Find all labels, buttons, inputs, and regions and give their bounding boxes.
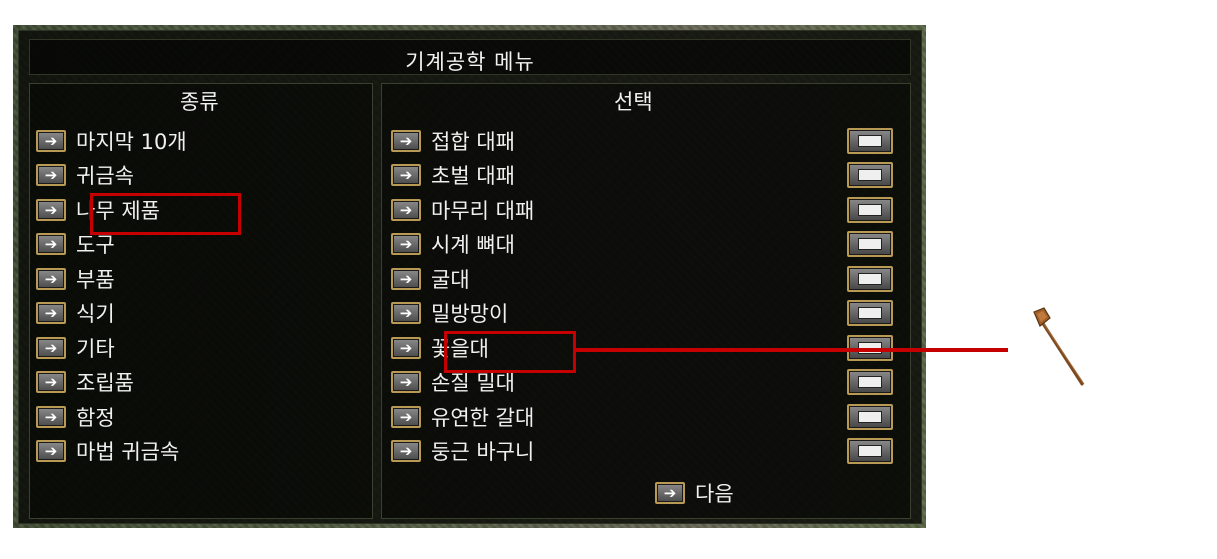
selection-label: 유연한 갈대 (431, 406, 535, 430)
arrow-right-icon[interactable]: ➔ (36, 130, 66, 152)
arrow-right-icon[interactable]: ➔ (36, 199, 66, 221)
callout-line (576, 348, 1008, 352)
category-label: 마지막 10개 (76, 130, 187, 154)
wooden-tool-icon (1033, 307, 1085, 386)
detail-page-icon (858, 307, 882, 319)
arrow-right-icon[interactable]: ➔ (36, 233, 66, 255)
category-item[interactable]: ➔ 식기 (36, 297, 115, 329)
selection-item[interactable]: ➔ 둥근 바구니 (391, 435, 534, 467)
arrow-right-icon[interactable]: ➔ (391, 164, 421, 186)
category-label: 귀금속 (76, 164, 134, 188)
selection-highlight-box (444, 331, 576, 373)
category-item[interactable]: ➔ 조립품 (36, 366, 134, 398)
selection-label: 둥근 바구니 (431, 440, 535, 464)
selection-label: 굴대 (431, 268, 470, 292)
detail-button[interactable] (847, 266, 893, 292)
detail-button[interactable] (847, 231, 893, 257)
detail-button[interactable] (847, 369, 893, 395)
selection-label: 마무리 대패 (431, 199, 535, 223)
detail-button[interactable] (847, 162, 893, 188)
next-page-button[interactable]: ➔ 다음 (655, 477, 734, 509)
category-label: 마법 귀금속 (76, 440, 180, 464)
category-item[interactable]: ➔ 마법 귀금속 (36, 435, 179, 467)
next-page-label: 다음 (695, 482, 734, 506)
arrow-right-icon[interactable]: ➔ (391, 130, 421, 152)
arrow-right-icon[interactable]: ➔ (655, 482, 685, 504)
selection-item[interactable]: ➔ 시계 뼈대 (391, 228, 515, 260)
category-label: 기타 (76, 337, 115, 361)
detail-button[interactable] (847, 128, 893, 154)
arrow-right-icon[interactable]: ➔ (391, 337, 421, 359)
detail-button[interactable] (847, 404, 893, 430)
selection-label: 시계 뼈대 (431, 233, 515, 257)
category-header: 종류 (180, 90, 219, 114)
detail-page-icon (858, 204, 882, 216)
category-item[interactable]: ➔ 함정 (36, 401, 115, 433)
detail-button[interactable] (847, 438, 893, 464)
arrow-right-icon[interactable]: ➔ (391, 302, 421, 324)
category-item[interactable]: ➔ 귀금속 (36, 159, 134, 191)
category-item[interactable]: ➔ 마지막 10개 (36, 125, 187, 157)
crafting-menu-window: 기계공학 메뉴 종류 선택 ➔ 마지막 10개 ➔ 귀금속 ➔ 나무 제품 ➔ … (18, 30, 922, 524)
detail-page-icon (858, 445, 882, 457)
arrow-right-icon[interactable]: ➔ (391, 233, 421, 255)
category-label: 식기 (76, 302, 115, 326)
category-highlight-box (90, 193, 241, 235)
detail-page-icon (858, 169, 882, 181)
arrow-right-icon[interactable]: ➔ (36, 268, 66, 290)
selection-label: 초벌 대패 (431, 164, 515, 188)
arrow-right-icon[interactable]: ➔ (36, 302, 66, 324)
arrow-right-icon[interactable]: ➔ (36, 337, 66, 359)
title-bar: 기계공학 메뉴 (29, 39, 911, 75)
category-label: 부품 (76, 268, 115, 292)
arrow-right-icon[interactable]: ➔ (391, 268, 421, 290)
detail-page-icon (858, 135, 882, 147)
arrow-right-icon[interactable]: ➔ (391, 440, 421, 462)
selection-item[interactable]: ➔ 유연한 갈대 (391, 401, 534, 433)
selection-item[interactable]: ➔ 마무리 대패 (391, 194, 534, 226)
arrow-right-icon[interactable]: ➔ (36, 440, 66, 462)
selection-label: 밀방망이 (431, 302, 509, 326)
detail-page-icon (858, 273, 882, 285)
category-label: 함정 (76, 406, 115, 430)
selection-item[interactable]: ➔ 굴대 (391, 263, 470, 295)
detail-button[interactable] (847, 197, 893, 223)
window-title: 기계공학 메뉴 (405, 50, 535, 74)
game-scene: 기계공학 메뉴 종류 선택 ➔ 마지막 10개 ➔ 귀금속 ➔ 나무 제품 ➔ … (0, 0, 1217, 559)
detail-page-icon (858, 238, 882, 250)
detail-page-icon (858, 411, 882, 423)
selection-header: 선택 (614, 90, 653, 114)
category-label: 조립품 (76, 371, 134, 395)
selection-item[interactable]: ➔ 접합 대패 (391, 125, 515, 157)
arrow-right-icon[interactable]: ➔ (36, 164, 66, 186)
category-item[interactable]: ➔ 기타 (36, 332, 115, 364)
selection-label: 접합 대패 (431, 130, 515, 154)
arrow-right-icon[interactable]: ➔ (391, 371, 421, 393)
detail-page-icon (858, 376, 882, 388)
detail-button[interactable] (847, 300, 893, 326)
selection-item[interactable]: ➔ 초벌 대패 (391, 159, 515, 191)
category-item[interactable]: ➔ 부품 (36, 263, 115, 295)
arrow-right-icon[interactable]: ➔ (36, 406, 66, 428)
selection-item[interactable]: ➔ 밀방망이 (391, 297, 508, 329)
arrow-right-icon[interactable]: ➔ (36, 371, 66, 393)
arrow-right-icon[interactable]: ➔ (391, 199, 421, 221)
arrow-right-icon[interactable]: ➔ (391, 406, 421, 428)
